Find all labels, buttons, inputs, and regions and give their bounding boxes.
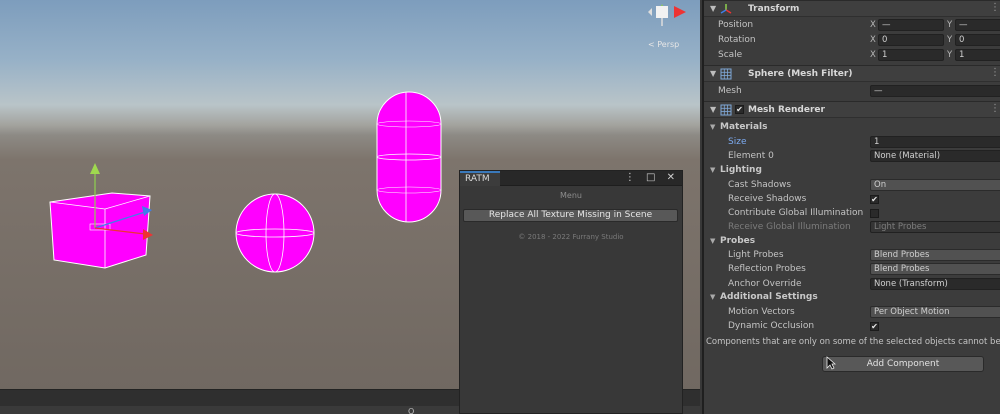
cube-object[interactable]	[49, 163, 153, 269]
collapse-arrow-icon[interactable]: ▼	[710, 166, 715, 174]
ratm-tab-bar: RATM ⋮ □ ✕	[460, 171, 682, 186]
receive-gi-label: Receive Global Illumination	[728, 222, 851, 232]
cast-shadows-row: Cast Shadows On	[704, 179, 1000, 193]
anchor-override-label: Anchor Override	[728, 279, 802, 289]
replace-textures-button[interactable]: Replace All Texture Missing in Scene	[463, 209, 678, 222]
collapse-arrow-icon[interactable]: ▼	[710, 293, 715, 301]
mesh-filter-header[interactable]: ▼ Sphere (Mesh Filter) ⋮	[704, 65, 1000, 82]
capsule-object[interactable]	[376, 91, 442, 223]
mesh-filter-title: Sphere (Mesh Filter)	[748, 69, 853, 79]
receive-shadows-row: Receive Shadows ✔	[704, 193, 1000, 207]
materials-title: Materials	[720, 122, 768, 132]
additional-settings-title: Additional Settings	[720, 292, 818, 302]
dynamic-occlusion-label: Dynamic Occlusion	[728, 321, 815, 331]
contribute-gi-row: Contribute Global Illumination	[704, 207, 1000, 221]
collapse-arrow-icon[interactable]: ▼	[710, 123, 715, 131]
probes-title: Probes	[720, 236, 756, 246]
collapse-arrow-icon[interactable]: ▼	[710, 69, 716, 78]
component-menu-icon[interactable]: ⋮	[990, 103, 1000, 114]
receive-gi-dropdown: Light Probes	[870, 221, 1000, 233]
x-axis-label[interactable]: X	[870, 50, 876, 60]
anchor-override-row: Anchor Override None (Transform)	[704, 278, 1000, 292]
mesh-renderer-title: Mesh Renderer	[748, 105, 825, 115]
collapse-arrow-icon[interactable]: ▼	[710, 105, 716, 114]
receive-gi-row: Receive Global Illumination Light Probes	[704, 221, 1000, 235]
rotation-row: Rotation X 0 Y 0	[704, 34, 1000, 48]
dynamic-occlusion-checkbox[interactable]: ✔	[870, 322, 879, 331]
position-label: Position	[718, 20, 754, 30]
multi-edit-warning: Components that are only on some of the …	[706, 337, 1000, 347]
size-row: Size 1	[704, 136, 1000, 150]
perspective-label[interactable]: < Persp	[648, 40, 679, 49]
reflection-probes-row: Reflection Probes Blend Probes	[704, 263, 1000, 277]
mesh-field[interactable]: —	[870, 85, 1000, 97]
mouse-cursor-icon	[826, 356, 836, 370]
mesh-label: Mesh	[718, 86, 742, 96]
ratm-tab[interactable]: RATM	[460, 171, 500, 186]
inspector-panel: ▼ Transform ⋮ Position X — Y — Rotation …	[702, 0, 1000, 414]
mesh-renderer-header[interactable]: ▼ ✔ Mesh Renderer ⋮	[704, 101, 1000, 118]
element0-label: Element 0	[728, 151, 774, 161]
y-axis-label[interactable]: Y	[947, 50, 952, 60]
x-axis-label[interactable]: X	[870, 20, 876, 30]
scale-x-field[interactable]: 1	[878, 49, 944, 61]
ratm-menu-label: Menu	[560, 191, 582, 200]
search-icon[interactable]: Q	[408, 407, 414, 414]
position-y-field[interactable]: —	[955, 19, 1000, 31]
mesh-renderer-icon	[720, 104, 732, 116]
cast-shadows-label: Cast Shadows	[728, 180, 792, 190]
collapse-arrow-icon[interactable]: ▼	[710, 237, 715, 245]
enabled-checkbox[interactable]: ✔	[735, 105, 744, 114]
motion-vectors-row: Motion Vectors Per Object Motion	[704, 306, 1000, 320]
y-axis-label[interactable]: Y	[947, 35, 952, 45]
size-field[interactable]: 1	[870, 136, 1000, 148]
contribute-gi-label: Contribute Global Illumination	[728, 208, 864, 218]
element0-field[interactable]: None (Material)	[870, 150, 1000, 162]
rotation-x-field[interactable]: 0	[878, 34, 944, 46]
motion-vectors-dropdown[interactable]: Per Object Motion	[870, 306, 1000, 318]
scale-y-field[interactable]: 1	[955, 49, 1000, 61]
lighting-title: Lighting	[720, 165, 762, 175]
light-probes-row: Light Probes Blend Probes	[704, 249, 1000, 263]
rotation-y-field[interactable]: 0	[955, 34, 1000, 46]
position-row: Position X — Y —	[704, 19, 1000, 33]
anchor-override-field[interactable]: None (Transform)	[870, 278, 1000, 290]
transform-header[interactable]: ▼ Transform ⋮	[704, 0, 1000, 17]
size-label: Size	[728, 137, 747, 147]
ratm-copyright: © 2018 - 2022 Furrany Studio	[518, 233, 624, 241]
scale-label: Scale	[718, 50, 743, 60]
orientation-gizmo[interactable]	[648, 4, 686, 26]
position-x-field[interactable]: —	[878, 19, 944, 31]
cast-shadows-dropdown[interactable]: On	[870, 179, 1000, 191]
light-probes-dropdown[interactable]: Blend Probes	[870, 249, 1000, 261]
rotation-label: Rotation	[718, 35, 756, 45]
add-component-button[interactable]: Add Component	[822, 356, 984, 372]
motion-vectors-label: Motion Vectors	[728, 307, 795, 317]
dynamic-occlusion-row: Dynamic Occlusion ✔	[704, 320, 1000, 334]
window-controls[interactable]: ⋮ □ ✕	[625, 172, 679, 183]
component-menu-icon[interactable]: ⋮	[990, 2, 1000, 13]
mesh-row: Mesh —	[704, 85, 1000, 99]
receive-shadows-label: Receive Shadows	[728, 194, 807, 204]
sphere-object[interactable]	[235, 193, 315, 273]
receive-shadows-checkbox[interactable]: ✔	[870, 195, 879, 204]
reflection-probes-label: Reflection Probes	[728, 264, 806, 274]
y-axis-label[interactable]: Y	[947, 20, 952, 30]
component-menu-icon[interactable]: ⋮	[990, 67, 1000, 78]
collapse-arrow-icon[interactable]: ▼	[710, 4, 716, 13]
mesh-filter-icon	[720, 68, 732, 80]
transform-title: Transform	[748, 4, 800, 14]
x-axis-label[interactable]: X	[870, 35, 876, 45]
ratm-window[interactable]: RATM ⋮ □ ✕ Menu Replace All Texture Miss…	[459, 170, 683, 414]
reflection-probes-dropdown[interactable]: Blend Probes	[870, 263, 1000, 275]
contribute-gi-checkbox[interactable]	[870, 209, 879, 218]
light-probes-label: Light Probes	[728, 250, 784, 260]
transform-icon	[720, 4, 732, 14]
element0-row: Element 0 None (Material)	[704, 150, 1000, 164]
scale-row: Scale X 1 Y 1	[704, 49, 1000, 63]
